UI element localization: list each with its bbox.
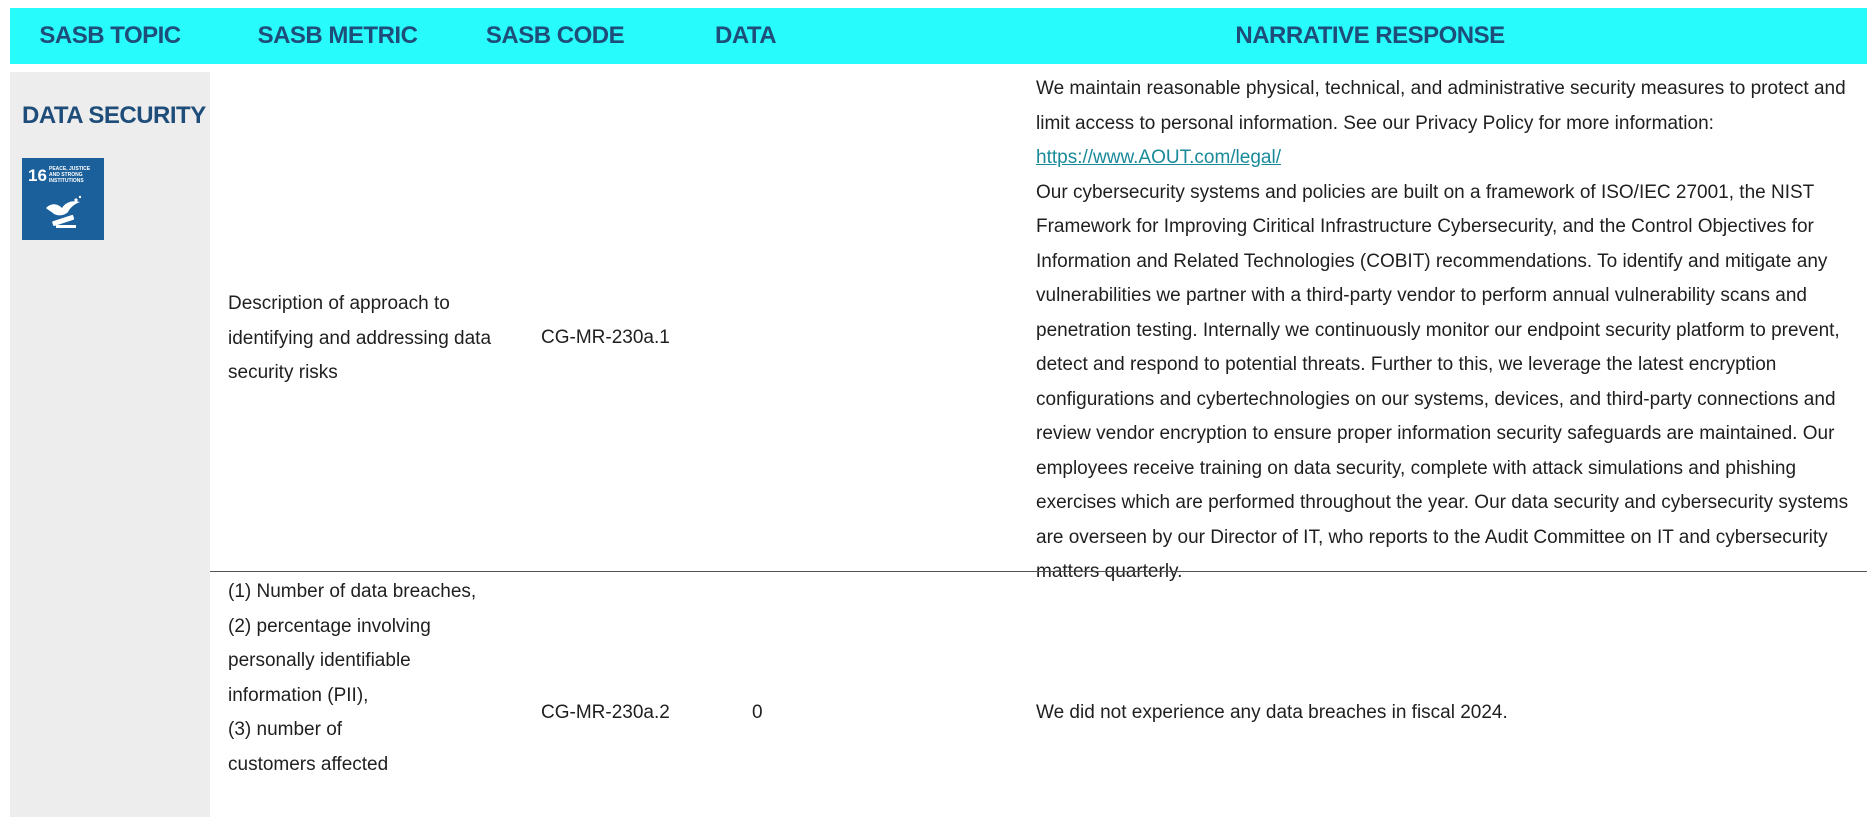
sdg-number: 16 — [28, 166, 47, 185]
row2-data: 0 — [752, 702, 763, 723]
row1-code: CG-MR-230a.1 — [541, 327, 670, 348]
row1-narrative: We maintain reasonable physical, technic… — [1036, 72, 1862, 590]
header-data: DATA — [715, 22, 777, 49]
header-sasb-topic: SASB TOPIC — [39, 22, 181, 49]
row1-metric: Description of approach to identifying a… — [228, 293, 492, 383]
topic-column: DATA SECURITY 16 PEACE, JUSTICE AND STRO… — [10, 72, 210, 817]
row2-code: CG-MR-230a.2 — [541, 702, 670, 723]
topic-title: DATA SECURITY — [22, 102, 206, 129]
privacy-policy-link[interactable]: https://www.AOUT.com/legal/ — [1036, 147, 1281, 168]
row2-metric-line: customers affected — [228, 753, 389, 775]
sdg-caption: PEACE, JUSTICE AND STRONG INSTITUTIONS — [49, 166, 91, 184]
row2-metric-line: (3) number of — [228, 719, 343, 740]
row2-metric-line: (1) Number of data breaches, — [228, 581, 477, 602]
row1-narrative-body: Our cybersecurity systems and policies a… — [1036, 181, 1849, 583]
row-divider — [210, 571, 1867, 572]
row2-metric-line: information (PII), — [228, 684, 369, 706]
row2-metric-line: personally identifiable — [228, 650, 411, 671]
row2-narrative: We did not experience any data breaches … — [1036, 702, 1508, 723]
table-header: SASB TOPIC SASB METRIC SASB CODE DATA NA… — [10, 8, 1867, 64]
header-narrative-response: NARRATIVE RESPONSE — [1235, 22, 1505, 49]
sasb-table: SASB TOPIC SASB METRIC SASB CODE DATA NA… — [0, 0, 1867, 817]
header-sasb-code: SASB CODE — [485, 22, 625, 49]
row2-metric: (1) Number of data breaches, (2) percent… — [228, 575, 518, 782]
dove-gavel-icon — [46, 195, 82, 228]
narrative-intro-text: We maintain reasonable physical, technic… — [1036, 78, 1846, 134]
row2-metric-line: (2) percentage involving — [228, 615, 431, 637]
row1-narrative-intro: We maintain reasonable physical, technic… — [1036, 72, 1862, 176]
header-sasb-metric: SASB METRIC — [257, 22, 418, 49]
sdg-16-badge: 16 PEACE, JUSTICE AND STRONG INSTITUTION… — [22, 158, 104, 240]
